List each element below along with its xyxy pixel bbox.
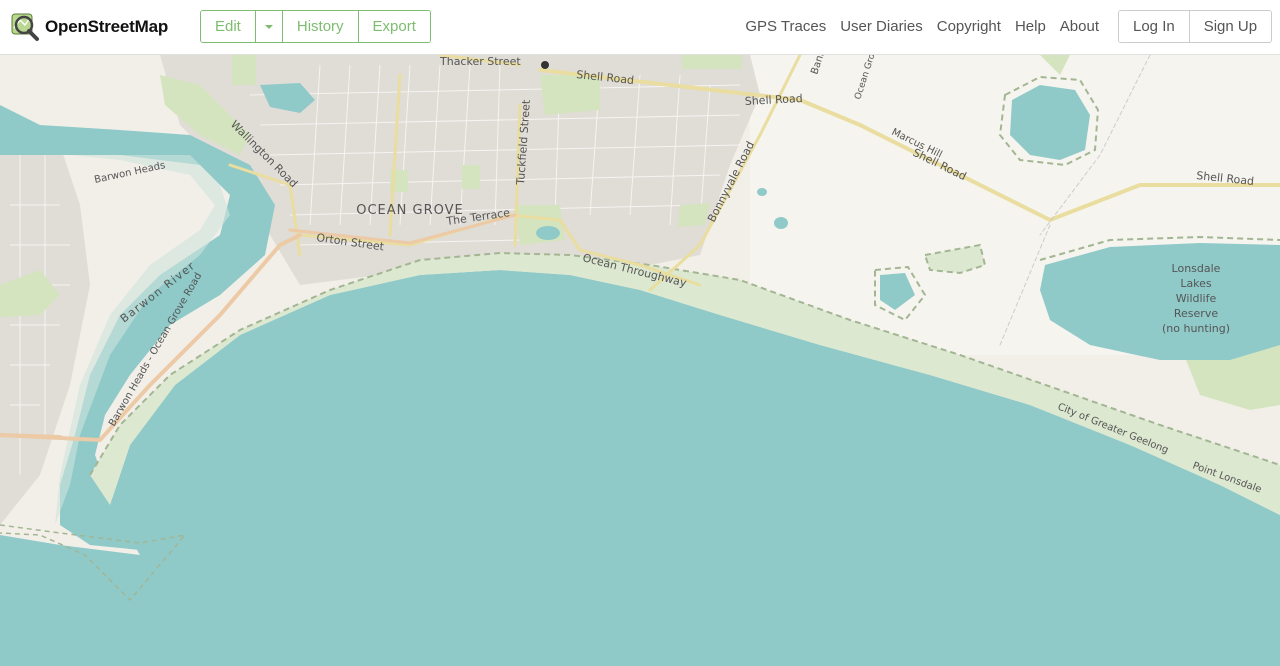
magnifier-logo-icon: [11, 13, 39, 41]
auth-button-group: Log In Sign Up: [1118, 10, 1273, 43]
road-label-thacker: Thacker Street: [439, 55, 521, 68]
edit-button-group: Edit History Export: [200, 10, 431, 43]
history-button[interactable]: History: [282, 11, 359, 42]
reserve-label-line-5: (no hunting): [1162, 322, 1230, 335]
place-of-worship-icon: [541, 61, 549, 69]
reserve-label-line-4: Reserve: [1174, 307, 1218, 320]
nav-about[interactable]: About: [1060, 18, 1099, 35]
nav-user-diaries[interactable]: User Diaries: [840, 18, 923, 35]
nav-copyright[interactable]: Copyright: [937, 18, 1001, 35]
edit-button[interactable]: Edit: [201, 11, 256, 42]
caret-down-icon: [264, 25, 273, 29]
secondary-nav: GPS Traces User Diaries Copyright Help A…: [745, 18, 1099, 35]
reserve-label-line-1: Lonsdale: [1172, 262, 1221, 275]
header-bar: OpenStreetMap Edit History Export GPS Tr…: [0, 0, 1280, 55]
login-button[interactable]: Log In: [1119, 11, 1190, 42]
nav-help[interactable]: Help: [1015, 18, 1046, 35]
site-logo[interactable]: OpenStreetMap: [10, 12, 168, 42]
edit-dropdown-button[interactable]: [255, 11, 283, 42]
site-title: OpenStreetMap: [45, 17, 169, 36]
signup-button[interactable]: Sign Up: [1189, 11, 1272, 42]
export-button[interactable]: Export: [358, 11, 430, 42]
map-svg[interactable]: OCEAN GROVE Thacker Street Shell Road Sh…: [0, 55, 1280, 666]
reserve-label-line-3: Wildlife: [1176, 292, 1217, 305]
nav-gps-traces[interactable]: GPS Traces: [745, 18, 826, 35]
reserve-label-line-2: Lakes: [1180, 277, 1212, 290]
map-canvas[interactable]: OCEAN GROVE Thacker Street Shell Road Sh…: [0, 55, 1280, 666]
